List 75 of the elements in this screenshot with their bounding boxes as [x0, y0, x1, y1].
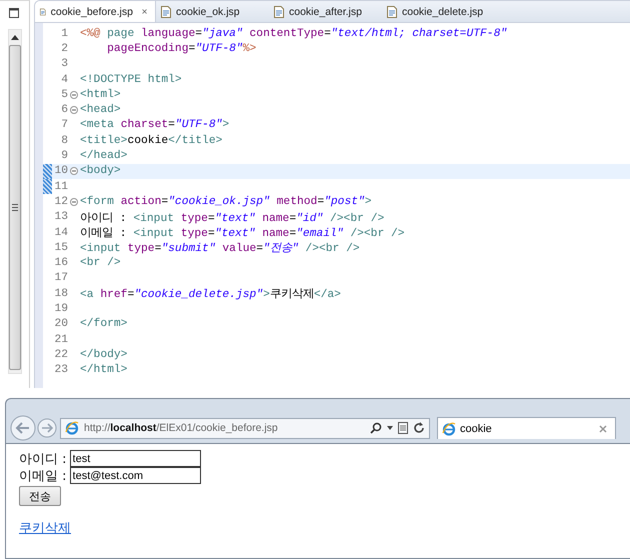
code-line: <form action="cookie_ok.jsp" method="post"> — [80, 196, 372, 208]
line-number: 6 — [60, 104, 68, 116]
delete-cookie-link[interactable]: 쿠키삭제 — [19, 519, 71, 537]
code-line: <%@ page language="java" contentType="text/html; charset=UTF-8" — [80, 28, 508, 40]
collapse-icon[interactable] — [70, 167, 78, 176]
code-line: </form> — [80, 318, 128, 330]
line-number: 10 — [53, 165, 68, 178]
browser-logo-icon — [442, 422, 456, 436]
line-number: 18 — [53, 288, 68, 300]
line-number: 3 — [60, 58, 68, 70]
code-line: pageEncoding="UTF-8"%> — [106, 42, 256, 55]
close-icon[interactable] — [142, 7, 147, 16]
collapse-icon[interactable] — [70, 106, 78, 114]
field-label: 아이디 : — [19, 450, 67, 468]
line-number: 9 — [60, 150, 68, 162]
line-number: 23 — [53, 364, 68, 376]
file-icon — [274, 6, 284, 18]
line-number: 16 — [53, 257, 68, 270]
code-line: <input type="submit" value="전송" /><br /> — [80, 242, 360, 256]
line-number: 7 — [60, 119, 68, 132]
collapse-icon[interactable] — [70, 90, 78, 99]
line-number: 11 — [53, 180, 68, 193]
field-label: 이메일 : — [19, 468, 67, 484]
editor-tab[interactable]: cookie_delete.jsp — [382, 1, 495, 22]
grip-icon — [12, 204, 18, 211]
scroll-up-icon[interactable] — [10, 35, 18, 40]
line-number: 13 — [53, 211, 68, 224]
search-icon[interactable] — [370, 422, 382, 434]
line-number: 21 — [53, 334, 68, 346]
file-icon — [161, 6, 171, 18]
editor-tab[interactable]: cookie_before.jsp — [35, 1, 156, 22]
code-line: <a href="cookie_delete.jsp">쿠키삭제</a> — [80, 287, 341, 302]
line-number: 4 — [60, 74, 68, 86]
line-number: 19 — [53, 302, 68, 315]
code-line: <title>cookie</title> — [80, 134, 222, 147]
document-icon[interactable] — [398, 422, 408, 434]
code-line: </html> — [80, 364, 128, 376]
line-number: 5 — [60, 88, 68, 101]
submit-button[interactable]: 전송 — [19, 486, 61, 506]
editor-tab[interactable]: cookie_ok.jsp — [156, 1, 269, 22]
code-line: <!DOCTYPE html> — [80, 74, 182, 86]
line-number: 2 — [60, 42, 68, 55]
editor-tab[interactable]: cookie_after.jsp — [269, 1, 382, 22]
line-number: 17 — [53, 272, 68, 284]
restore-icon[interactable] — [8, 8, 18, 18]
line-number: 15 — [53, 242, 68, 254]
code-line: <head> — [80, 104, 121, 116]
code-line: <html> — [80, 88, 121, 101]
browser-logo-icon — [65, 421, 79, 435]
line-number: 12 — [53, 196, 68, 208]
line-number: 1 — [60, 28, 68, 40]
code-line: </body> — [80, 348, 128, 361]
file-icon — [387, 6, 397, 18]
code-line: 이메일 : <input type="text" name="email" /><br /> — [80, 226, 405, 240]
scroll-thumb[interactable] — [8, 45, 20, 370]
code-line: </head> — [80, 150, 128, 162]
caret-icon[interactable] — [387, 426, 393, 430]
input-field[interactable]: test@test.com — [70, 467, 201, 484]
code-line: 아이디 : <input type="text" name="id" /><br /> — [80, 211, 384, 225]
code-line: <br /> — [80, 257, 121, 270]
input-field[interactable]: test — [70, 450, 201, 467]
code-line: <body> — [80, 165, 121, 178]
address-bar[interactable]: http://localhost/ElEx01/cookie_before.jsp — [60, 418, 430, 438]
refresh-icon[interactable] — [413, 422, 425, 434]
browser-tab[interactable]: cookie — [437, 417, 616, 439]
close-icon[interactable] — [599, 424, 607, 432]
code-line: <meta charset="UTF-8"> — [80, 119, 230, 132]
line-number: 22 — [53, 348, 68, 361]
collapse-icon[interactable] — [70, 198, 78, 206]
line-number: 14 — [53, 226, 68, 238]
back-icon[interactable] — [10, 415, 36, 441]
line-number: 8 — [60, 134, 68, 147]
file-icon — [40, 6, 46, 18]
line-number: 20 — [53, 318, 68, 330]
scrollbar[interactable] — [8, 29, 22, 374]
